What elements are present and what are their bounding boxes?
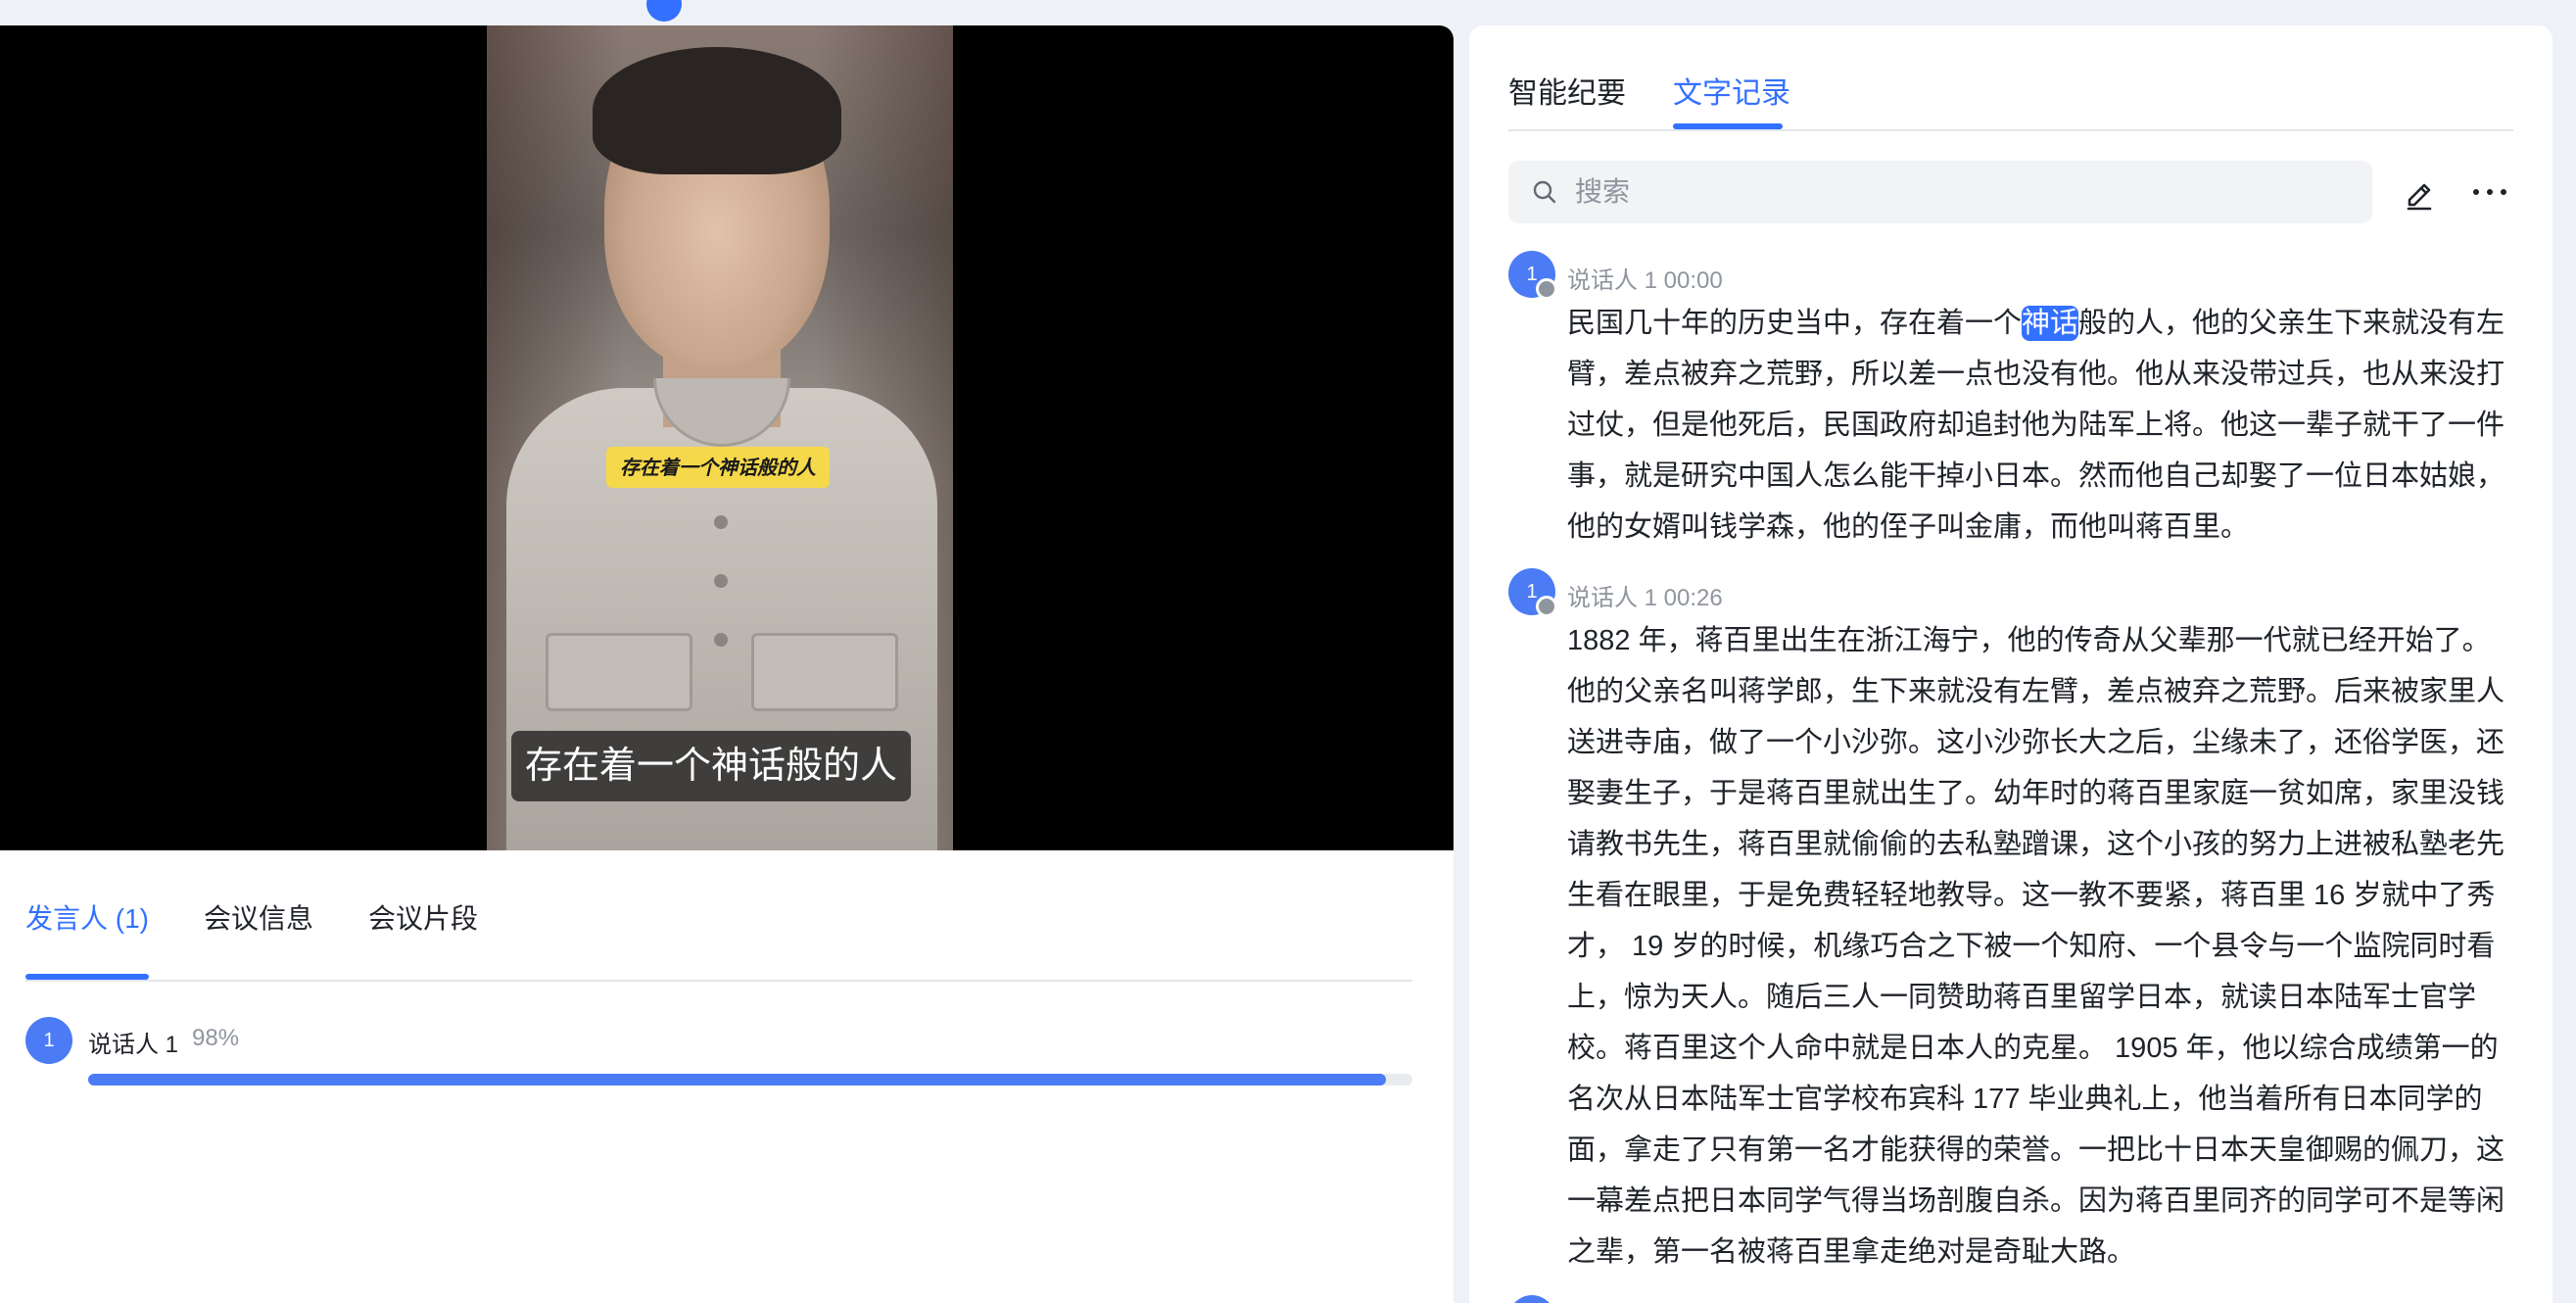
speaker-share-fill — [88, 1074, 1386, 1086]
tab-meeting-clips[interactable]: 会议片段 — [368, 897, 478, 937]
coat-pocket-right — [751, 633, 898, 711]
tab-meeting-info[interactable]: 会议信息 — [204, 897, 313, 937]
video-frame: 存在着一个神话般的人 存在着一个神话般的人 — [487, 25, 953, 850]
edit-pencil-icon[interactable] — [2400, 172, 2439, 212]
right-tab-bar: 智能纪要 文字记录 — [1508, 25, 2513, 131]
left-panel: 存在着一个神话般的人 存在着一个神话般的人 发言人 (1) 会议信息 会议片段 … — [0, 25, 1454, 1303]
search-highlight: 神话 — [2022, 306, 2079, 341]
search-box[interactable] — [1508, 161, 2372, 223]
active-tab-indicator — [25, 974, 149, 980]
segment-text[interactable]: 1882 年，蒋百里出生在浙江海宁，他的传奇从父辈那一代就已经开始了。他的父亲名… — [1567, 615, 2507, 1278]
speaker-share-bar — [88, 1074, 1412, 1086]
segment-text-before: 民国几十年的历史当中，存在着一个 — [1567, 308, 2023, 339]
speaker-edit-badge-icon[interactable] — [1536, 596, 1557, 617]
segment-text-after: 般的人，他的父亲生下来就没有左臂，差点被弃之荒野，所以差一点也没有他。他从来没带… — [1567, 308, 2505, 543]
segment-meta: 说话人 1 00:00 — [1567, 267, 1723, 294]
speaker-percent: 98% — [192, 1025, 240, 1051]
coat-button — [714, 515, 728, 529]
speaker-edit-badge-icon[interactable] — [1536, 278, 1557, 300]
more-horizontal-icon[interactable] — [2468, 172, 2511, 212]
segment-meta: 说话人 1 00:26 — [1567, 585, 1723, 611]
coat-button — [714, 574, 728, 588]
tab-smart-summary[interactable]: 智能纪要 — [1508, 69, 1626, 112]
tab-transcript[interactable]: 文字记录 — [1673, 69, 1790, 112]
person-hair — [593, 47, 841, 174]
video-player[interactable]: 存在着一个神话般的人 存在着一个神话般的人 — [0, 25, 1454, 850]
coat-pocket-left — [546, 633, 692, 711]
left-tab-bar: 发言人 (1) 会议信息 会议片段 — [25, 872, 1412, 982]
avatar: 1 — [25, 1017, 72, 1064]
video-sticker-caption: 存在着一个神话般的人 — [606, 447, 830, 488]
search-input[interactable] — [1575, 161, 2349, 223]
coat-button — [714, 633, 728, 647]
active-tab-indicator — [1673, 123, 1783, 129]
speaker-row[interactable]: 1 说话人 1 98% — [25, 1017, 1412, 1095]
top-progress-handle[interactable] — [646, 0, 682, 22]
tab-speakers[interactable]: 发言人 (1) — [25, 897, 149, 937]
right-panel: 智能纪要 文字记录 1 说话人 1 00:00 民国几十年的历史当中，存在着一个… — [1469, 25, 2552, 1303]
search-icon — [1533, 180, 1556, 204]
transcript-list: 1 说话人 1 00:00 民国几十年的历史当中，存在着一个神话般的人，他的父亲… — [1508, 251, 2527, 1303]
segment-text[interactable]: 民国几十年的历史当中，存在着一个神话般的人，他的父亲生下来就没有左臂，差点被弃之… — [1567, 298, 2507, 553]
speaker-name: 说话人 1 — [88, 1032, 179, 1058]
video-subtitle: 存在着一个神话般的人 — [511, 731, 912, 801]
